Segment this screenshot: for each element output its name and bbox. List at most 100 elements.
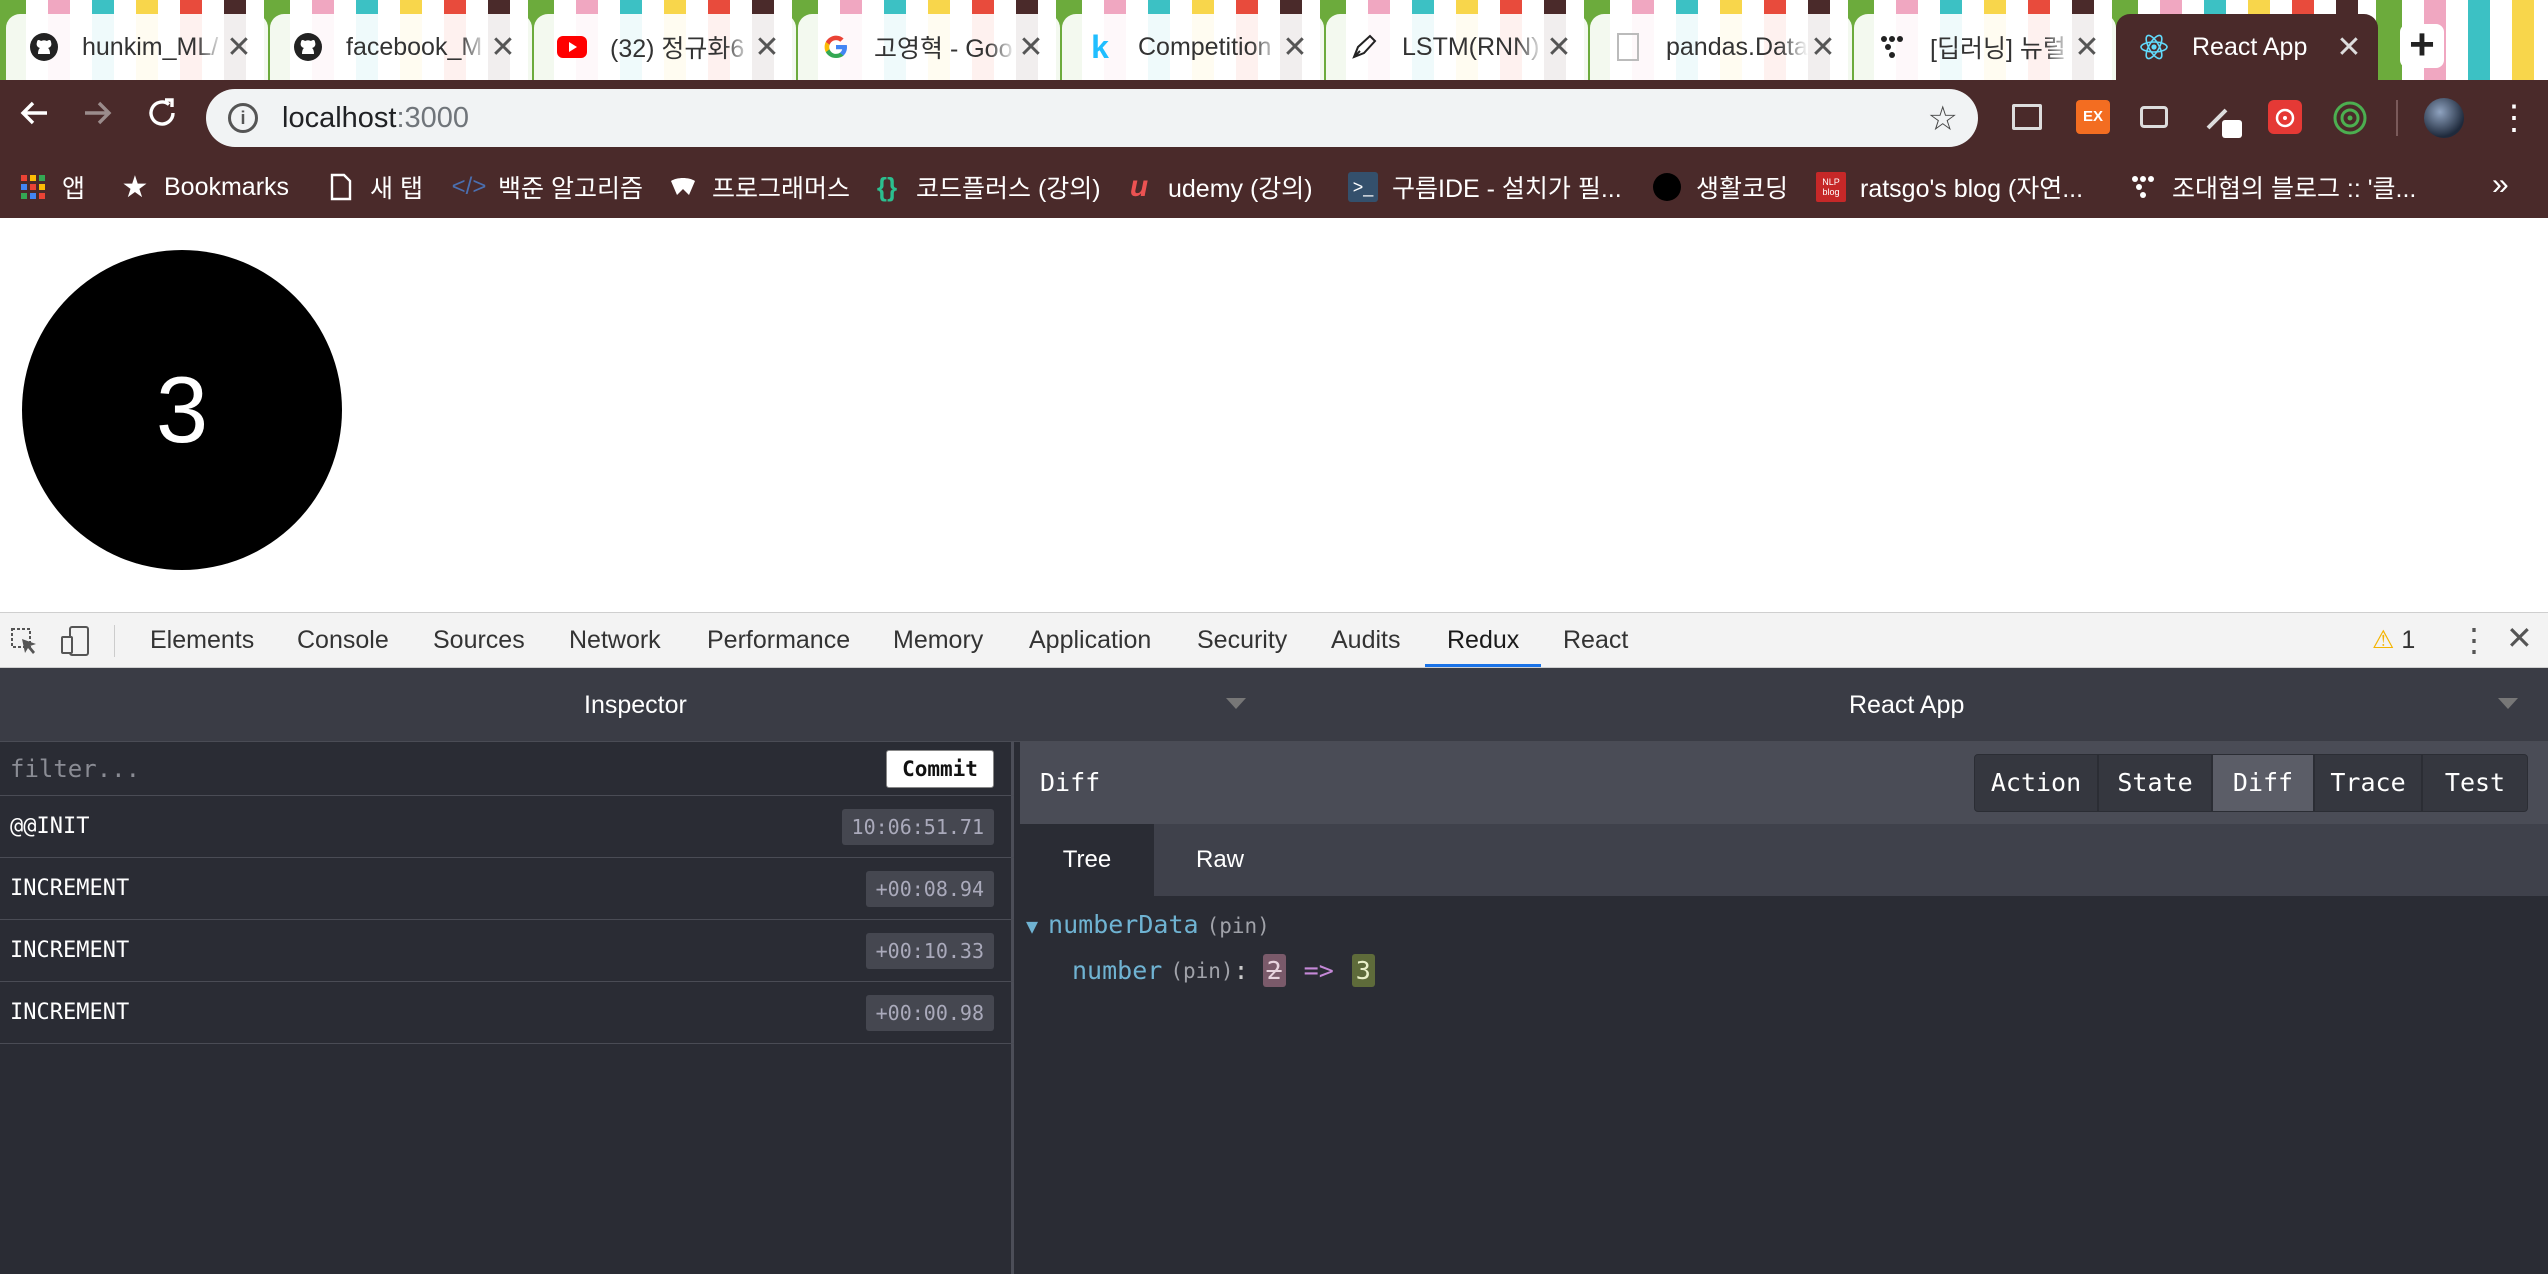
tab-test[interactable]: Test xyxy=(2422,754,2528,812)
tree-leaf-key: number xyxy=(1072,956,1163,985)
devtools-tab-elements[interactable]: Elements xyxy=(150,613,254,667)
close-icon[interactable]: ✕ xyxy=(224,30,254,65)
devtools-tab-console[interactable]: Console xyxy=(297,613,389,667)
new-tab-button[interactable]: + xyxy=(2400,23,2444,68)
action-list-item[interactable]: INCREMENT +00:00.98 xyxy=(0,982,1014,1044)
tab-state[interactable]: State xyxy=(2098,754,2212,812)
browser-tab[interactable]: pandas.Data ✕ xyxy=(1590,14,1852,80)
back-arrow-icon[interactable] xyxy=(12,96,56,140)
address-bar[interactable]: i localhost:3000 ☆ xyxy=(206,89,1978,147)
browser-tab-strip: hunkim_ML/ ✕ facebook_M ✕ (32) 정규화6 ✕ 고영… xyxy=(0,0,2548,80)
browser-menu-icon[interactable]: ⋮ xyxy=(2497,98,2531,138)
browser-tab[interactable]: (32) 정규화6 ✕ xyxy=(534,14,796,80)
pen-icon xyxy=(1348,31,1380,63)
instance-title[interactable]: React App xyxy=(1849,668,1964,742)
extension-pen-icon[interactable] xyxy=(2204,100,2242,138)
close-icon[interactable]: ✕ xyxy=(1016,30,1046,65)
extension-ex-icon[interactable]: EX xyxy=(2076,100,2110,134)
bookmark-item[interactable]: {} 코드플러스 (강의) xyxy=(872,170,1101,204)
browser-tab[interactable]: 고영혁 - Goo ✕ xyxy=(798,14,1060,80)
warning-icon: ⚠ xyxy=(2372,626,2395,654)
warnings-counter[interactable]: ⚠ 1 xyxy=(2372,625,2415,655)
avatar[interactable] xyxy=(2424,98,2464,138)
devtools-tab-memory[interactable]: Memory xyxy=(893,613,983,667)
page-viewport: 3 xyxy=(0,218,2548,612)
bookmark-item[interactable]: >_ 구름IDE - 설치가 필... xyxy=(1348,170,1622,204)
new-value: 3 xyxy=(1351,954,1375,987)
browser-tab[interactable]: hunkim_ML/ ✕ xyxy=(6,14,268,80)
bookmark-label: 생활코딩 xyxy=(1696,175,1789,203)
close-icon[interactable]: ✕ xyxy=(488,30,518,65)
close-icon[interactable]: ✕ xyxy=(1808,30,1838,65)
devtools-tab-audits[interactable]: Audits xyxy=(1331,613,1400,667)
action-list-item[interactable]: INCREMENT +00:10.33 xyxy=(0,920,1014,982)
device-toolbar-icon[interactable] xyxy=(60,625,92,662)
bookmark-item[interactable]: NLP blog ratsgo's blog (자연... xyxy=(1816,170,2083,204)
devtools-tab-react[interactable]: React xyxy=(1563,613,1628,667)
close-icon[interactable]: ✕ xyxy=(2334,30,2364,65)
action-time: +00:08.94 xyxy=(865,871,994,907)
close-icon[interactable]: ✕ xyxy=(2072,30,2102,65)
browser-tab[interactable]: k Competition ✕ xyxy=(1062,14,1324,80)
devtools-tab-network[interactable]: Network xyxy=(569,613,661,667)
reload-icon[interactable] xyxy=(140,96,184,140)
action-list-item[interactable]: INCREMENT +00:08.94 xyxy=(0,858,1014,920)
devtools-tab-performance[interactable]: Performance xyxy=(707,613,850,667)
close-icon[interactable]: ✕ xyxy=(1280,30,1310,65)
expand-triangle-icon[interactable]: ▼ xyxy=(1026,914,1038,938)
filter-input[interactable] xyxy=(10,752,530,786)
devtools-tab-security[interactable]: Security xyxy=(1197,613,1287,667)
tree-node[interactable]: ▼ numberData (pin) xyxy=(1026,910,1270,939)
browser-tab[interactable]: facebook_M ✕ xyxy=(270,14,532,80)
close-icon[interactable]: ✕ xyxy=(752,30,782,65)
counter-circle[interactable]: 3 xyxy=(22,250,342,570)
tab-trace[interactable]: Trace xyxy=(2314,754,2422,812)
devtools-tab-application[interactable]: Application xyxy=(1029,613,1151,667)
extension-layout-icon[interactable] xyxy=(2012,104,2042,130)
braces-icon: {} xyxy=(876,171,898,202)
extension-screen-icon[interactable] xyxy=(2140,106,2168,128)
tab-action[interactable]: Action xyxy=(1974,754,2098,812)
chevron-down-icon[interactable] xyxy=(1226,698,1246,709)
bookmark-item[interactable]: 새 탭 xyxy=(326,170,423,204)
counter-value: 3 xyxy=(155,357,209,462)
extension-target-icon[interactable] xyxy=(2332,100,2367,135)
browser-toolbar: i localhost:3000 ☆ EX ⋮ xyxy=(0,80,2548,156)
inspector-title[interactable]: Inspector xyxy=(584,668,687,742)
devtools-tab-redux[interactable]: Redux xyxy=(1424,613,1542,667)
pin-link[interactable]: (pin) xyxy=(1207,914,1270,938)
browser-tab-active[interactable]: React App ✕ xyxy=(2116,14,2378,80)
tab-title: [딥러닝] 뉴럴 xyxy=(1930,35,2066,63)
close-icon[interactable]: ✕ xyxy=(1544,30,1574,65)
tab-title: React App xyxy=(2192,32,2308,61)
old-value: 2 xyxy=(1262,954,1286,987)
extension-bug-icon[interactable] xyxy=(2268,100,2302,134)
react-icon xyxy=(2138,31,2170,63)
pin-link[interactable]: (pin) xyxy=(1170,959,1233,983)
bookmark-star-icon[interactable]: ☆ xyxy=(1928,99,1958,139)
info-icon[interactable]: i xyxy=(228,103,258,133)
bookmark-item[interactable]: 앱 xyxy=(18,170,85,204)
bookmark-item[interactable]: 조대협의 블로그 :: '클... xyxy=(2128,170,2416,204)
bookmark-item[interactable]: 프로그래머스 xyxy=(668,170,850,204)
devtools-tab-sources[interactable]: Sources xyxy=(433,613,525,667)
inspect-element-icon[interactable] xyxy=(10,627,38,660)
devtools-menu-icon[interactable]: ⋮ xyxy=(2458,621,2490,659)
forward-arrow-icon[interactable] xyxy=(76,96,120,140)
tab-raw[interactable]: Raw xyxy=(1154,824,1286,896)
bookmark-item[interactable]: ★ Bookmarks xyxy=(120,170,290,204)
browser-tab[interactable]: LSTM(RNN) ✕ xyxy=(1326,14,1588,80)
tree-leaf: number (pin): 2 => 3 xyxy=(1072,954,1375,987)
bookmark-item[interactable]: u udemy (강의) xyxy=(1124,170,1313,204)
chevron-down-icon[interactable] xyxy=(2498,698,2518,709)
bookmark-item[interactable]: </> 백준 알고리즘 xyxy=(452,170,643,204)
bookmark-label: 새 탭 xyxy=(370,175,423,203)
browser-tab[interactable]: [딥러닝] 뉴럴 ✕ xyxy=(1854,14,2116,80)
tab-diff[interactable]: Diff xyxy=(2212,754,2314,812)
commit-button[interactable]: Commit xyxy=(886,750,994,788)
tab-tree[interactable]: Tree xyxy=(1020,824,1154,896)
more-bookmarks-icon[interactable]: » xyxy=(2492,168,2509,202)
bookmark-item[interactable]: 생활코딩 xyxy=(1652,170,1788,204)
close-devtools-icon[interactable]: ✕ xyxy=(2506,619,2533,657)
action-list-item[interactable]: @@INIT 10:06:51.71 xyxy=(0,796,1014,858)
